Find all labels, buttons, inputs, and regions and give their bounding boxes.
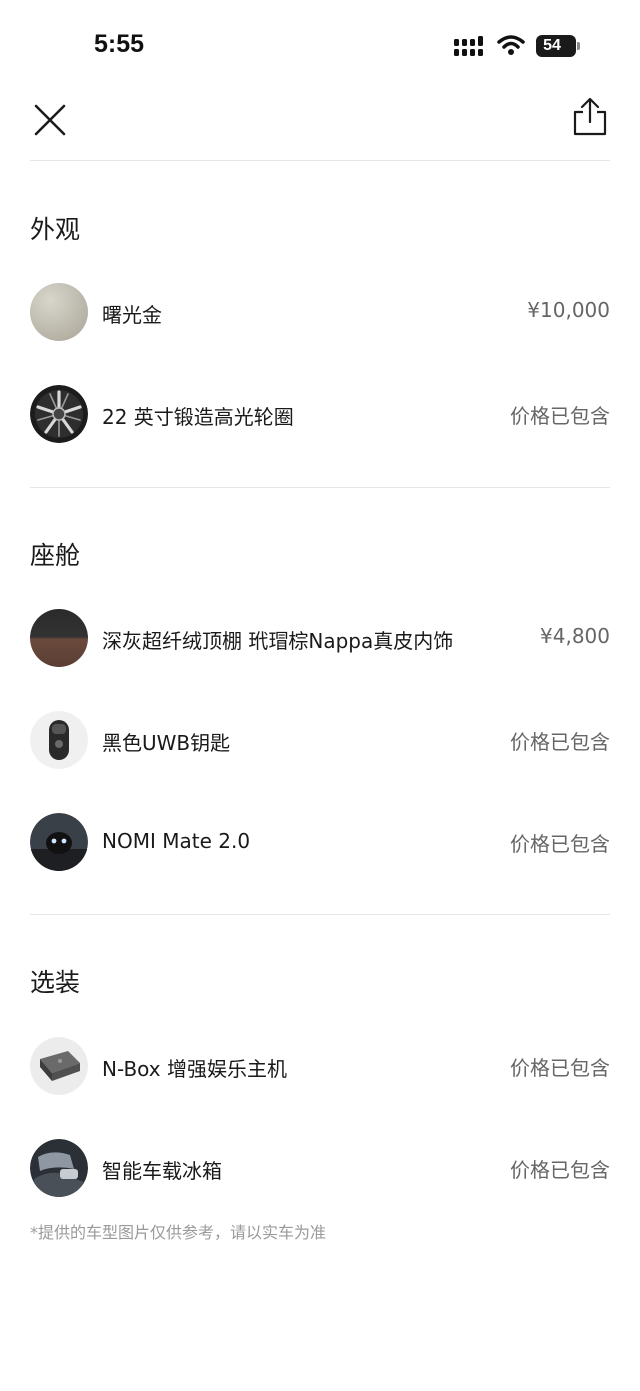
item-name: N-Box 增强娱乐主机 bbox=[102, 1057, 287, 1081]
interior-swatch-icon bbox=[30, 609, 88, 667]
item-name: 黑色UWB钥匙 bbox=[102, 731, 231, 755]
battery-cap bbox=[577, 42, 580, 50]
item-name: 曙光金 bbox=[102, 303, 162, 327]
status-bar: 5:55 54 bbox=[0, 0, 640, 90]
item-price: ¥4,800 bbox=[540, 624, 610, 648]
nomi-robot-icon bbox=[30, 813, 88, 871]
status-time: 5:55 bbox=[94, 30, 145, 58]
item-name: 智能车载冰箱 bbox=[102, 1159, 222, 1183]
close-icon[interactable] bbox=[30, 96, 70, 136]
list-item-wheel[interactable]: 22 英寸锻造高光轮圈 价格已包含 bbox=[30, 384, 610, 444]
disclaimer-footnote: *提供的车型图片仅供参考，请以实车为准 bbox=[30, 1223, 327, 1242]
battery-icon: 54 bbox=[536, 35, 576, 57]
item-name: 深灰超纤绒顶棚 玳瑁棕Nappa真皮内饰 bbox=[102, 629, 454, 653]
header-divider bbox=[30, 160, 610, 161]
car-fridge-icon bbox=[30, 1139, 88, 1197]
section-title-exterior: 外观 bbox=[30, 215, 81, 244]
item-price: 价格已包含 bbox=[510, 1158, 610, 1182]
uwb-key-icon bbox=[30, 711, 88, 769]
item-name: NOMI Mate 2.0 bbox=[102, 829, 251, 853]
n-box-console-icon bbox=[30, 1037, 88, 1095]
section-title-options: 选装 bbox=[30, 968, 81, 997]
section-divider bbox=[30, 914, 610, 915]
wheel-rim-icon bbox=[30, 385, 88, 443]
section-title-cabin: 座舱 bbox=[30, 541, 81, 570]
battery-level: 54 bbox=[543, 37, 561, 54]
top-toolbar bbox=[0, 90, 640, 140]
item-price: 价格已包含 bbox=[510, 404, 610, 428]
list-item-uwb-key[interactable]: 黑色UWB钥匙 价格已包含 bbox=[30, 710, 610, 770]
item-price: 价格已包含 bbox=[510, 832, 610, 856]
list-item-n-box[interactable]: N-Box 增强娱乐主机 价格已包含 bbox=[30, 1036, 610, 1096]
gold-paint-swatch-icon bbox=[30, 283, 88, 341]
list-item-car-fridge[interactable]: 智能车载冰箱 价格已包含 bbox=[30, 1138, 610, 1198]
list-item-gold-paint[interactable]: 曙光金 ¥10,000 bbox=[30, 282, 610, 342]
list-item-interior[interactable]: 深灰超纤绒顶棚 玳瑁棕Nappa真皮内饰 ¥4,800 bbox=[30, 608, 610, 668]
list-item-nomi-mate[interactable]: NOMI Mate 2.0 价格已包含 bbox=[30, 812, 610, 872]
item-price: 价格已包含 bbox=[510, 1056, 610, 1080]
cellular-signal-icon bbox=[454, 36, 483, 56]
item-price: 价格已包含 bbox=[510, 730, 610, 754]
section-divider bbox=[30, 487, 610, 488]
share-icon[interactable] bbox=[570, 94, 610, 138]
wifi-icon bbox=[497, 35, 525, 55]
item-name: 22 英寸锻造高光轮圈 bbox=[102, 405, 294, 429]
item-price: ¥10,000 bbox=[527, 298, 610, 322]
